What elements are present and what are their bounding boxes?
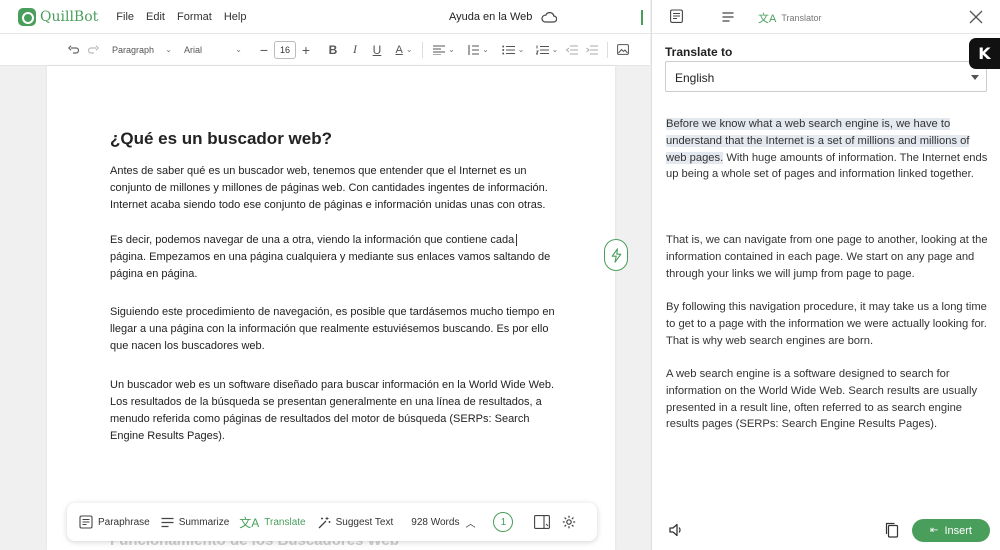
bullet-list-button[interactable]: ⌄ (499, 40, 527, 60)
top-bar: QuillBot File Edit Format Help Ayuda en … (0, 0, 650, 34)
summarize-tab-icon[interactable] (722, 12, 734, 22)
paraphrase-icon (79, 515, 93, 529)
app-name: QuillBot (40, 8, 99, 25)
target-language-value: English (675, 71, 715, 85)
document-paragraph-2[interactable]: Es decir, podemos navegar de una a otra,… (110, 232, 555, 283)
indent-icon[interactable] (585, 40, 599, 60)
panel-tabs: 文A Translator (652, 0, 1000, 34)
suggestions-count-badge[interactable]: 1 (493, 512, 514, 532)
insert-image-icon[interactable] (616, 40, 630, 60)
panel-view-icon[interactable] (534, 515, 551, 529)
app-logo[interactable]: QuillBot (18, 7, 99, 26)
insert-label: Insert (944, 524, 972, 537)
paraphrase-tab-icon[interactable] (670, 9, 683, 23)
chevron-down-icon: ⌄ (235, 45, 242, 54)
lightning-icon (611, 247, 621, 263)
document-paragraph-3[interactable]: Siguiendo este procedimiento de navegaci… (110, 304, 555, 355)
line-spacing-button[interactable]: ⌄ (465, 40, 491, 60)
summarize-label: Summarize (178, 516, 230, 528)
copy-icon[interactable] (885, 522, 899, 538)
extension-k-badge[interactable]: K (969, 38, 1000, 69)
translate-button[interactable]: 文A Translate (239, 514, 305, 531)
caret-down-icon (971, 75, 979, 80)
document-title[interactable]: Ayuda en la Web (449, 11, 532, 23)
paraphrase-label: Paraphrase (98, 516, 150, 528)
paragraph-style-select[interactable]: Paragraph ⌄ (110, 40, 174, 60)
formatting-toolbar: Paragraph ⌄ Arial ⌄ − 16 + B I U A ⌄ ⌄ ⌄ … (0, 34, 650, 66)
bold-button[interactable]: B (326, 40, 340, 60)
settings-gear-icon[interactable] (562, 515, 576, 529)
insert-button[interactable]: ⇤ Insert (912, 519, 990, 542)
font-size-input[interactable]: 16 (274, 40, 296, 59)
word-count: 928 Words (411, 516, 460, 528)
cloud-sync-icon (541, 12, 557, 23)
summarize-icon (161, 517, 174, 527)
target-language-select[interactable]: English (665, 61, 987, 92)
translate-label: Translate (264, 516, 306, 528)
suggest-text-label: Suggest Text (335, 516, 394, 528)
outdent-icon[interactable] (565, 40, 579, 60)
menu-file[interactable]: File (116, 11, 134, 23)
menu-bar: File Edit Format Help (116, 11, 258, 23)
assistant-bar: Paraphrase Summarize 文A Translate Sugges… (67, 503, 597, 541)
font-family-value: Arial (184, 44, 203, 55)
chevron-up-icon: ︿ (465, 518, 476, 530)
redo-icon[interactable] (86, 40, 100, 60)
translator-tab-label: Translator (781, 13, 822, 23)
menu-edit[interactable]: Edit (146, 11, 165, 23)
increase-font-size-button[interactable]: + (300, 40, 312, 60)
document-paragraph-1[interactable]: Antes de saber qué es un buscador web, t… (110, 163, 555, 214)
toolbar-divider (607, 41, 608, 58)
translation-paragraph-2[interactable]: That is, we can navigate from one page t… (666, 232, 988, 282)
paragraph-style-value: Paragraph (112, 44, 155, 55)
font-family-select[interactable]: Arial ⌄ (182, 40, 244, 60)
align-button[interactable]: ⌄ (431, 40, 457, 60)
translator-panel: 文A Translator Translate to English Befor… (651, 0, 1000, 550)
suggest-bolt-button[interactable] (604, 239, 628, 271)
translate-tab-icon: 文A (758, 13, 777, 25)
tab-translator[interactable]: 文A Translator (758, 10, 822, 26)
document-heading[interactable]: ¿Qué es un buscador web? (110, 129, 332, 149)
toolbar-divider (422, 41, 423, 58)
magic-wand-icon (318, 516, 331, 528)
close-icon[interactable] (969, 10, 983, 24)
document-paragraph-4[interactable]: Un buscador web es un software diseñado … (110, 377, 555, 445)
paraphrase-button[interactable]: Paraphrase (79, 515, 150, 529)
translate-to-label: Translate to (665, 45, 733, 59)
undo-icon[interactable] (66, 40, 80, 60)
decrease-font-size-button[interactable]: − (258, 40, 270, 60)
panel-divider-marker (641, 10, 643, 25)
speaker-icon[interactable] (668, 522, 684, 538)
paragraph-2-text: Es decir, podemos navegar de una a otra,… (110, 234, 551, 280)
text-color-button[interactable]: A ⌄ (392, 40, 416, 60)
word-count-toggle[interactable]: 928 Words ︿ (411, 515, 475, 530)
quillbot-logo-icon (18, 7, 36, 26)
numbered-list-button[interactable]: ⌄ (533, 40, 561, 60)
italic-button[interactable]: I (348, 40, 362, 60)
text-cursor (516, 234, 518, 247)
suggest-text-button[interactable]: Suggest Text (318, 516, 394, 529)
summarize-button[interactable]: Summarize (161, 516, 230, 528)
translate-icon: 文A (239, 515, 260, 530)
document-page[interactable]: ¿Qué es un buscador web? Antes de saber … (47, 66, 615, 550)
translation-paragraph-3[interactable]: By following this navigation procedure, … (666, 299, 988, 349)
menu-format[interactable]: Format (177, 11, 212, 23)
translation-paragraph-1[interactable]: Before we know what a web search engine … (666, 116, 988, 183)
translation-paragraph-4[interactable]: A web search engine is a software design… (666, 366, 988, 433)
chevron-down-icon: ⌄ (165, 45, 172, 54)
menu-help[interactable]: Help (224, 11, 247, 23)
underline-button[interactable]: U (370, 40, 384, 60)
insert-arrow-icon: ⇤ (930, 525, 939, 536)
